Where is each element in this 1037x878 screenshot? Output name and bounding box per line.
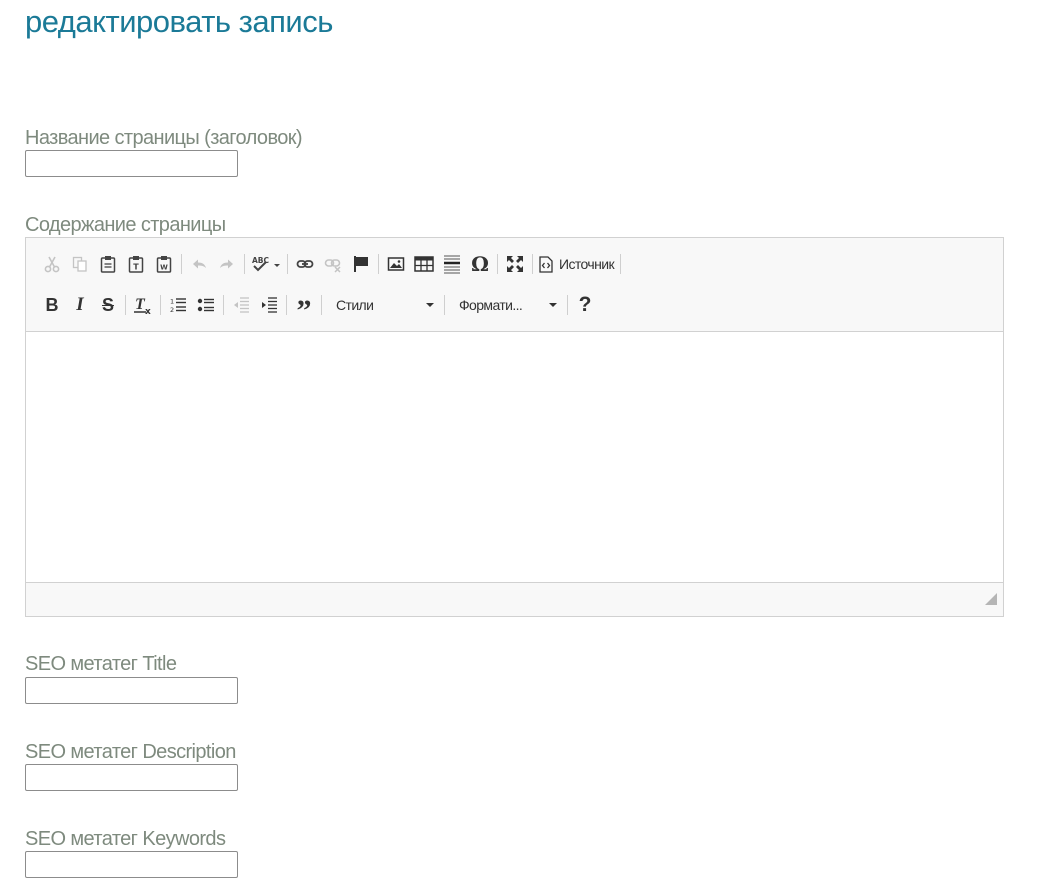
help-icon[interactable]: ? <box>574 293 596 317</box>
toolbar-separator <box>287 254 288 274</box>
seo-keywords-label: SEO метатег Keywords <box>25 828 226 850</box>
title-label: Название страницы (заголовок) <box>25 127 303 149</box>
bold-icon[interactable]: B <box>41 293 63 317</box>
bulleted-list-icon[interactable] <box>195 293 217 317</box>
cut-icon[interactable] <box>41 252 63 276</box>
toolbar-row-2: B I S Tx 12 ” Стили Формати... ? <box>41 291 602 326</box>
special-char-icon[interactable]: Ω <box>469 252 491 276</box>
toolbar-separator <box>223 295 224 315</box>
toolbar-row-1: T W ABC Ω Источник <box>41 250 627 278</box>
unlink-icon[interactable] <box>322 252 344 276</box>
toolbar-separator <box>378 254 379 274</box>
paste-icon[interactable] <box>97 252 119 276</box>
paste-text-icon[interactable]: T <box>125 252 147 276</box>
svg-text:1: 1 <box>170 298 174 306</box>
source-button[interactable]: Источник <box>539 255 615 273</box>
toolbar-separator <box>125 295 126 315</box>
strike-icon[interactable]: S <box>97 293 119 317</box>
svg-text:2: 2 <box>170 306 174 314</box>
toolbar-separator <box>181 254 182 274</box>
table-icon[interactable] <box>413 252 435 276</box>
image-icon[interactable] <box>385 252 407 276</box>
title-input[interactable] <box>25 150 238 177</box>
editor-status-bar <box>26 582 1003 616</box>
styles-dropdown[interactable]: Стили <box>328 293 438 317</box>
format-dropdown[interactable]: Формати... <box>451 293 561 317</box>
seo-title-label: SEO метатег Title <box>25 653 177 675</box>
link-icon[interactable] <box>294 252 316 276</box>
blockquote-icon[interactable]: ” <box>293 287 315 326</box>
editor-toolbar: T W ABC Ω Источник B I S T x 1 2 ” Стили… <box>26 238 1003 332</box>
numbered-list-icon[interactable]: 12 <box>167 293 189 317</box>
toolbar-separator <box>532 254 533 274</box>
maximize-icon[interactable] <box>504 252 526 276</box>
resize-handle-icon[interactable] <box>985 592 997 610</box>
chevron-down-icon <box>426 303 434 307</box>
toolbar-separator <box>321 295 322 315</box>
content-label: Содержание страницы <box>25 214 226 236</box>
toolbar-separator <box>160 295 161 315</box>
redo-icon[interactable] <box>216 252 238 276</box>
svg-text:T: T <box>133 263 139 272</box>
remove-format-icon[interactable]: Tx <box>132 293 154 317</box>
styles-dropdown-label: Стили <box>336 297 374 313</box>
rich-text-editor: T W ABC Ω Источник B I S T x 1 2 ” Стили… <box>25 237 1004 617</box>
seo-description-label: SEO метатег Description <box>25 741 236 763</box>
svg-text:ABC: ABC <box>252 256 270 265</box>
format-dropdown-label: Формати... <box>459 297 523 313</box>
outdent-icon[interactable] <box>230 293 252 317</box>
undo-icon[interactable] <box>188 252 210 276</box>
toolbar-separator <box>567 295 568 315</box>
anchor-icon[interactable] <box>350 252 372 276</box>
horizontal-rule-icon[interactable] <box>441 252 463 276</box>
toolbar-separator <box>286 295 287 315</box>
toolbar-separator <box>444 295 445 315</box>
indent-icon[interactable] <box>258 293 280 317</box>
paste-word-icon[interactable]: W <box>153 252 175 276</box>
toolbar-separator <box>619 254 621 274</box>
spellcheck-icon[interactable]: ABC <box>251 252 281 276</box>
seo-title-input[interactable] <box>25 677 238 704</box>
seo-description-input[interactable] <box>25 764 238 791</box>
copy-icon[interactable] <box>69 252 91 276</box>
source-label: Источник <box>559 256 615 272</box>
toolbar-separator <box>497 254 498 274</box>
editor-content-area[interactable] <box>26 332 1003 582</box>
toolbar-separator <box>244 254 245 274</box>
svg-text:W: W <box>160 264 168 272</box>
svg-text:x: x <box>145 307 151 315</box>
source-icon <box>539 255 553 273</box>
page-title: редактировать запись <box>25 4 333 39</box>
chevron-down-icon <box>549 303 557 307</box>
italic-icon[interactable]: I <box>69 293 91 317</box>
